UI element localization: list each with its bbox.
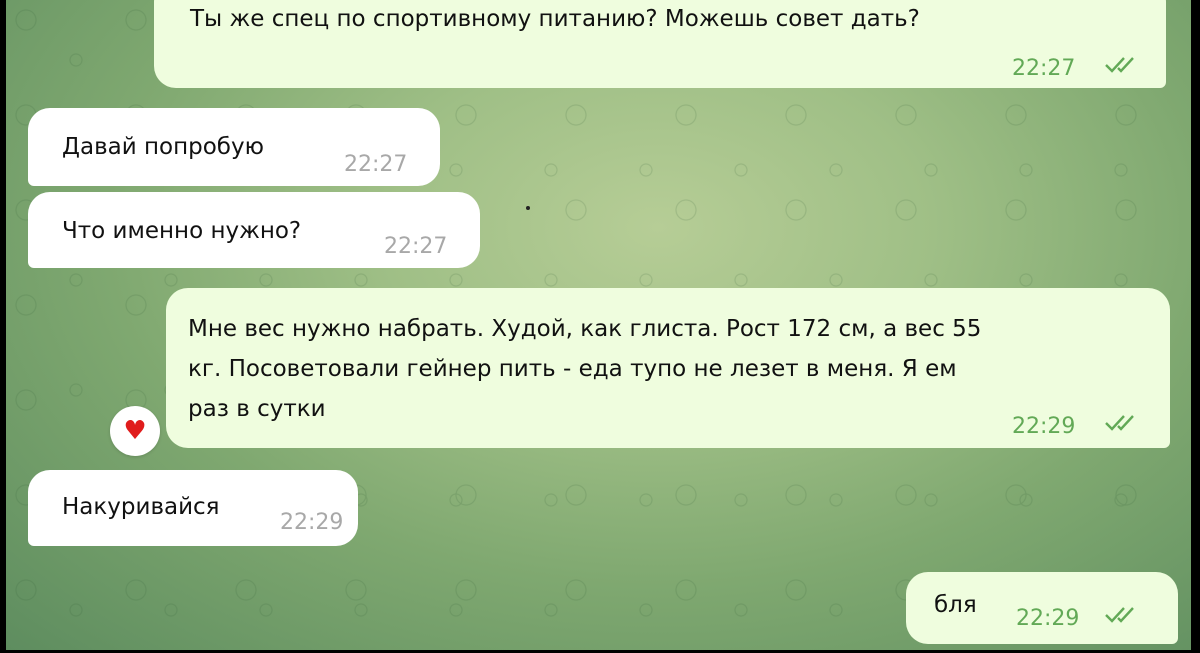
message-time: 22:27: [384, 234, 448, 259]
heart-icon: ♥: [123, 416, 147, 446]
message-time: 22:27: [1012, 56, 1076, 81]
message-bubble[interactable]: бля 22:29: [906, 572, 1178, 644]
message-time: 22:29: [1012, 414, 1076, 439]
message-bubble[interactable]: Мне вес нужно набрать. Худой, как глиста…: [166, 288, 1170, 448]
message-text: Накуривайся: [62, 494, 220, 520]
message-line: раз в сутки: [188, 396, 326, 422]
message-bubble[interactable]: Что именно нужно? 22:27: [28, 192, 480, 268]
message-text: Ты же спец по спортивному питанию? Можеш…: [190, 6, 920, 32]
message-time: 22:29: [280, 510, 344, 535]
message-time: 22:29: [1016, 606, 1080, 631]
chat-area[interactable]: Ты же спец по спортивному питанию? Можеш…: [6, 0, 1191, 650]
message-text: Что именно нужно?: [62, 218, 302, 244]
message-bubble[interactable]: Давай попробую 22:27: [28, 108, 440, 186]
message-bubble[interactable]: Накуривайся 22:29: [28, 470, 358, 546]
message-time: 22:27: [344, 152, 408, 177]
double-check-icon: [1105, 415, 1134, 431]
message-line: кг. Посоветовали гейнер пить - еда тупо …: [188, 356, 957, 382]
double-check-icon: [1105, 57, 1134, 73]
double-check-icon: [1105, 607, 1134, 623]
message-bubble[interactable]: Ты же спец по спортивному питанию? Можеш…: [154, 0, 1166, 88]
heart-reaction[interactable]: ♥: [110, 406, 160, 456]
message-line: Мне вес нужно набрать. Худой, как глиста…: [188, 316, 982, 342]
message-text: Давай попробую: [62, 134, 264, 160]
chat-dot: [526, 206, 530, 210]
message-text: бля: [934, 592, 977, 618]
